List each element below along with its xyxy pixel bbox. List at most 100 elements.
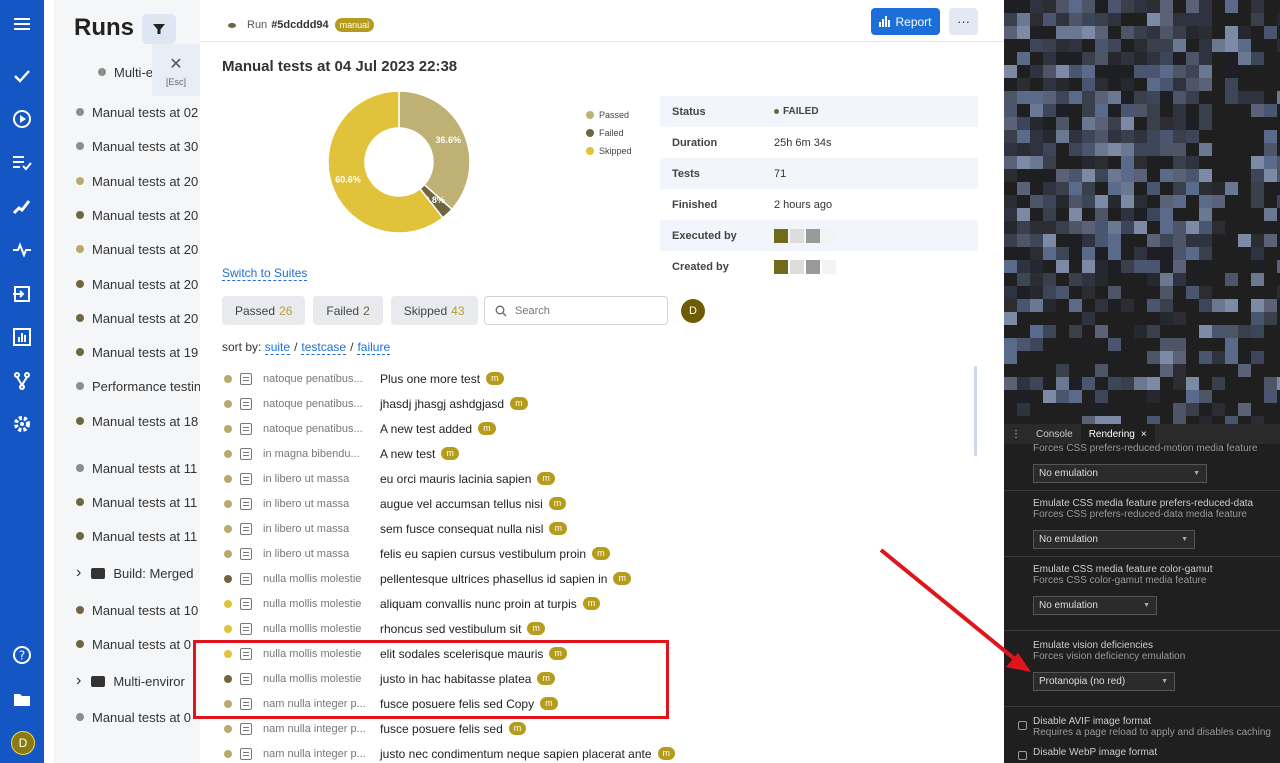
reduced-data-select[interactable]: No emulation ▼ [1033, 530, 1195, 549]
import-icon[interactable] [0, 280, 44, 308]
steps-icon[interactable] [0, 192, 44, 220]
sort-by-suite[interactable]: suite [264, 340, 291, 355]
close-tab-icon[interactable]: × [1141, 429, 1147, 440]
test-row[interactable]: nulla mollis molestie pellentesque ultric… [222, 566, 982, 591]
list-check-icon[interactable] [0, 148, 44, 176]
runs-list-item[interactable]: Manual tests at 19 [76, 342, 198, 362]
test-title[interactable]: pellentesque ultrices phasellus id sapie… [380, 572, 607, 586]
test-title[interactable]: jhasdj jhasgj ashdgjasd [380, 397, 504, 411]
filter-skipped-chip[interactable]: Skipped 43 [390, 296, 478, 325]
vision-deficiency-select[interactable]: Protanopia (no red) ▼ [1033, 672, 1175, 691]
help-icon[interactable]: ? [0, 641, 44, 669]
pixel-block [1095, 338, 1108, 351]
report-button[interactable]: Report [871, 8, 940, 35]
runs-list-item[interactable]: Multi-e [98, 62, 153, 82]
pixel-block [1121, 299, 1134, 312]
test-row[interactable]: in libero ut massa felis eu sapien cursus… [222, 541, 982, 566]
pixel-block [1056, 273, 1069, 286]
runs-list-item[interactable]: Performance testin [76, 376, 201, 396]
chevron-right-icon[interactable]: › [76, 564, 81, 582]
runs-folder-item[interactable]: › Multi-enviror [76, 671, 185, 691]
test-row[interactable]: nam nulla integer p... justo nec condimen… [222, 741, 982, 763]
folder-icon[interactable] [0, 685, 44, 713]
pixel-block [1056, 221, 1069, 234]
runs-list-item[interactable]: Manual tests at 20 [76, 239, 198, 259]
test-row[interactable]: natoque penatibus... jhasdj jhasgj ashdgj… [222, 391, 982, 416]
test-title[interactable]: rhoncus sed vestibulum sit [380, 622, 521, 636]
runs-list-item[interactable]: Manual tests at 10 [76, 600, 198, 620]
runs-list-item[interactable]: Manual tests at 02 [76, 102, 198, 122]
test-title[interactable]: felis eu sapien cursus vestibulum proin [380, 547, 586, 561]
runs-list-item[interactable]: Manual tests at 20 [76, 171, 198, 191]
filter-passed-chip[interactable]: Passed 26 [222, 296, 306, 325]
runs-list-item[interactable]: Manual tests at 0 [76, 707, 191, 727]
runs-list-item[interactable]: Manual tests at 20 [76, 205, 198, 225]
pixel-block [1017, 273, 1030, 286]
test-title[interactable]: eu orci mauris lacinia sapien [380, 472, 531, 486]
test-row[interactable]: in libero ut massa augue vel accumsan tel… [222, 491, 982, 516]
user-avatar[interactable]: D [11, 731, 35, 755]
runs-list-item[interactable]: Manual tests at 11 [76, 458, 197, 478]
pixel-block [1251, 234, 1264, 247]
reduced-motion-select[interactable]: No emulation ▼ [1033, 464, 1207, 483]
pixel-block [1134, 338, 1147, 351]
disable-avif-checkbox[interactable] [1018, 721, 1027, 730]
assignee-filter-avatar[interactable]: D [681, 299, 705, 323]
branch-icon[interactable] [0, 367, 44, 395]
play-icon[interactable] [0, 105, 44, 133]
test-list-scrollbar[interactable] [974, 366, 977, 456]
test-row[interactable]: nulla mollis molestie aliquam convallis n… [222, 591, 982, 616]
test-title[interactable]: augue vel accumsan tellus nisi [380, 497, 543, 511]
bar-chart-icon[interactable] [0, 323, 44, 351]
pixel-block [1212, 377, 1225, 390]
test-title[interactable]: sem fusce consequat nulla nisl [380, 522, 543, 536]
test-title[interactable]: A new test added [380, 422, 472, 436]
pixel-block [1147, 312, 1160, 325]
check-icon[interactable] [0, 62, 44, 90]
filter-failed-chip[interactable]: Failed 2 [313, 296, 383, 325]
disable-webp-checkbox[interactable] [1018, 751, 1027, 760]
test-row[interactable]: nulla mollis molestie rhoncus sed vestibu… [222, 616, 982, 641]
tab-console[interactable]: Console [1028, 424, 1081, 444]
test-row[interactable]: natoque penatibus... Plus one more test m [222, 366, 982, 391]
color-gamut-select[interactable]: No emulation ▼ [1033, 596, 1157, 615]
sort-by-failure[interactable]: failure [357, 340, 391, 355]
chevron-right-icon[interactable]: › [76, 672, 81, 690]
pixel-block [1082, 260, 1095, 273]
runs-folder-item[interactable]: › Build: Merged [76, 563, 194, 583]
runs-list-item[interactable]: Manual tests at 11 [76, 526, 197, 546]
test-title[interactable]: justo nec condimentum neque sapien place… [380, 747, 652, 761]
pixel-block [1212, 182, 1225, 195]
pie-slice-passed[interactable] [398, 90, 471, 211]
test-row[interactable]: natoque penatibus... A new test added m [222, 416, 982, 441]
gear-icon[interactable] [0, 410, 44, 438]
runs-list-item[interactable]: Manual tests at 20 [76, 308, 198, 328]
test-row[interactable]: in libero ut massa sem fusce consequat nu… [222, 516, 982, 541]
test-row[interactable]: nam nulla integer p... fusce posuere feli… [222, 716, 982, 741]
pixel-block [1043, 143, 1056, 156]
filter-button[interactable] [142, 14, 176, 44]
pixel-block [1121, 286, 1134, 299]
menu-icon[interactable] [0, 10, 44, 38]
pulse-icon[interactable] [0, 236, 44, 264]
test-title[interactable]: fusce posuere felis sed [380, 722, 503, 736]
tab-rendering[interactable]: Rendering × [1080, 424, 1155, 444]
more-options-button[interactable]: ··· [949, 8, 978, 35]
test-title[interactable]: A new test [380, 447, 435, 461]
search-input[interactable] [515, 304, 655, 317]
test-row[interactable]: in libero ut massa eu orci mauris lacinia… [222, 466, 982, 491]
test-row[interactable]: in magna bibendu... A new test m [222, 441, 982, 466]
devtools-menu-icon[interactable]: ⋮ [1004, 429, 1028, 440]
runs-list-item[interactable]: Manual tests at 20 [76, 274, 198, 294]
switch-to-suites-link[interactable]: Switch to Suites [222, 266, 308, 281]
test-title[interactable]: Plus one more test [380, 372, 480, 386]
test-title[interactable]: aliquam convallis nunc proin at turpis [380, 597, 577, 611]
pixel-block [1056, 26, 1069, 39]
detail-row: Tests 71 [660, 158, 978, 189]
close-panel-button[interactable]: ✕ [Esc] [152, 44, 200, 96]
runs-list-item[interactable]: Manual tests at 11 [76, 492, 197, 512]
sort-by-testcase[interactable]: testcase [301, 340, 347, 355]
runs-list-item[interactable]: Manual tests at 18 [76, 411, 198, 431]
runs-list-item[interactable]: Manual tests at 30 [76, 136, 198, 156]
runs-list-item[interactable]: Manual tests at 0 [76, 634, 191, 654]
